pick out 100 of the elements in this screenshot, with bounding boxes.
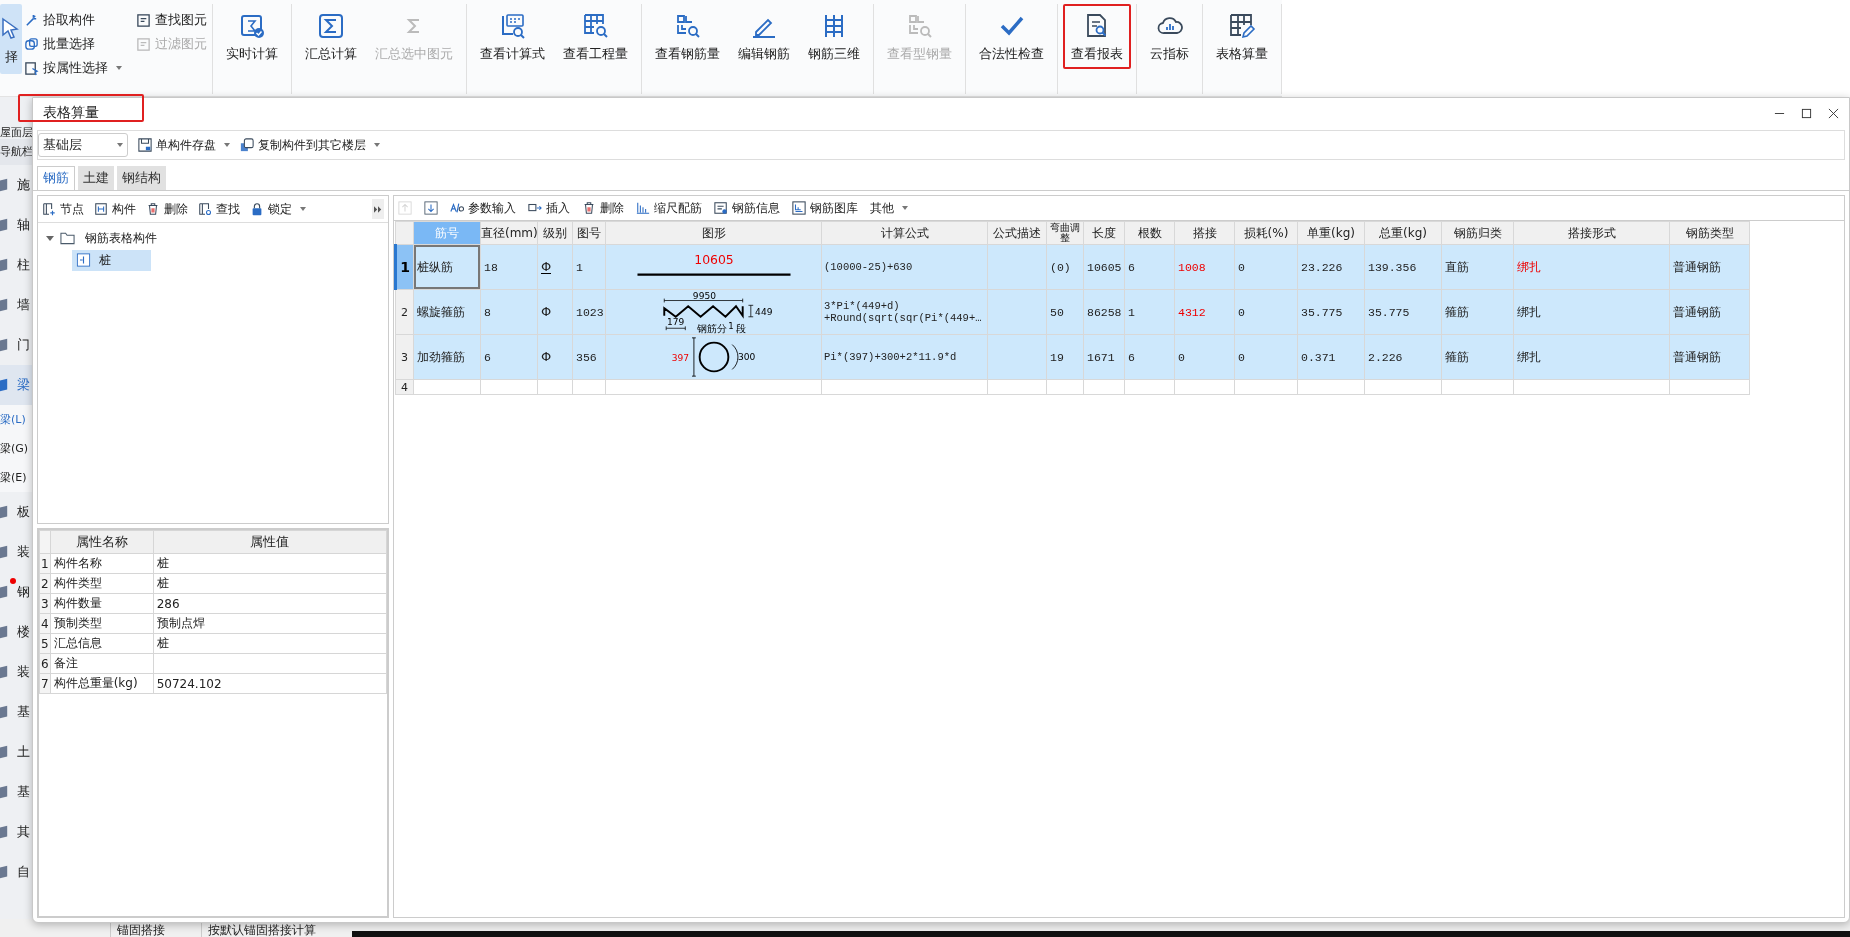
toolbar-button[interactable]: 插入 (528, 199, 570, 217)
nav-subitem[interactable]: 梁(E) (0, 463, 32, 492)
toolbar-button[interactable]: 参数输入 (450, 199, 516, 217)
nav-item[interactable]: 门 (0, 325, 32, 365)
nav-subitem[interactable]: 梁(L) (0, 405, 32, 434)
floor-tab[interactable]: 屋面层 (0, 97, 32, 139)
loss-cell[interactable]: 0 (1234, 334, 1298, 380)
ribbon-button[interactable]: 查看钢筋量 (647, 4, 728, 69)
property-value[interactable]: 桩 (153, 553, 387, 574)
nav-item[interactable]: 施 (0, 165, 32, 205)
toolbar-button[interactable]: 删除 (146, 200, 188, 218)
ribbon-button[interactable]: 拾取构件 (24, 8, 122, 32)
property-value[interactable]: 50724.102 (153, 673, 387, 694)
lap-form-cell[interactable]: 绑扎 (1513, 334, 1670, 380)
formula-cell[interactable]: (10000-25)+630 (821, 244, 988, 290)
lap-cell[interactable]: 4312 (1174, 289, 1235, 335)
tree-item[interactable]: 桩 (72, 249, 151, 271)
property-value[interactable]: 桩 (153, 633, 387, 654)
nav-item[interactable]: 土 (0, 732, 32, 772)
nav-item[interactable]: 墙 (0, 285, 32, 325)
nav-item[interactable]: 装 (0, 652, 32, 692)
toolbar-button[interactable]: 钢筋图库 (792, 199, 858, 217)
diameter-cell[interactable]: 8 (480, 289, 538, 335)
nav-item[interactable]: 装 (0, 532, 32, 572)
nav-item[interactable]: 楼 (0, 612, 32, 652)
formula-cell[interactable]: Pi*(397)+300+2*11.9*d (821, 334, 988, 380)
tree-item[interactable]: 钢筋表格构件 (81, 227, 161, 249)
tab[interactable]: 土建 (78, 166, 114, 190)
bar-number-cell[interactable]: 桩纵筋 (413, 244, 481, 290)
bend-adjust-cell[interactable]: 50 (1046, 289, 1084, 335)
nav-item[interactable]: 基 (0, 692, 32, 732)
toolbar-button[interactable]: 节点 (42, 200, 84, 218)
close-icon[interactable] (1828, 107, 1839, 119)
ribbon-button[interactable]: 汇总计算 (297, 4, 365, 69)
bar-number-cell[interactable]: 螺旋箍筋 (413, 289, 481, 335)
ribbon-button[interactable]: 合法性检查 (971, 4, 1052, 69)
expand-arrow-icon[interactable] (46, 235, 54, 241)
nav-subitem[interactable]: 梁(G) (0, 434, 32, 463)
toolbar-button[interactable]: 钢筋信息 (714, 199, 780, 217)
category-cell[interactable]: 直筋 (1441, 244, 1514, 290)
property-value[interactable]: 预制点焊 (153, 613, 387, 634)
maximize-icon[interactable] (1801, 107, 1812, 119)
tab[interactable]: 钢结构 (117, 166, 166, 190)
lap-cell[interactable]: 0 (1174, 334, 1235, 380)
total-weight-cell[interactable]: 139.356 (1364, 244, 1442, 290)
count-cell[interactable]: 6 (1124, 334, 1175, 380)
length-cell[interactable]: 1671 (1083, 334, 1125, 380)
count-cell[interactable]: 1 (1124, 289, 1175, 335)
diameter-cell[interactable]: 6 (480, 334, 538, 380)
ribbon-button[interactable]: 按属性选择 (24, 56, 122, 80)
ribbon-button[interactable]: 实时计算 (218, 4, 286, 69)
loss-cell[interactable]: 0 (1234, 289, 1298, 335)
bar-type-cell[interactable]: 普通钢筋 (1669, 244, 1750, 290)
nav-item[interactable]: 柱 (0, 245, 32, 285)
total-weight-cell[interactable]: 2.226 (1364, 334, 1442, 380)
ribbon-button[interactable]: 择 (0, 4, 22, 74)
unit-weight-cell[interactable]: 35.775 (1297, 289, 1365, 335)
toolbar-button[interactable]: 查找 (198, 200, 240, 218)
toolbar-button[interactable]: 单构件存盘 (138, 136, 230, 154)
ribbon-button[interactable]: 查找图元 (136, 8, 207, 32)
ribbon-button[interactable]: 钢筋三维 (800, 4, 868, 69)
unit-weight-cell[interactable]: 0.371 (1297, 334, 1365, 380)
ribbon-button[interactable]: 表格算量 (1208, 4, 1276, 69)
ribbon-button[interactable]: 查看计算式 (472, 4, 553, 69)
nav-item[interactable]: 基 (0, 772, 32, 812)
ribbon-button[interactable]: 查看工程量 (555, 4, 636, 69)
expand-toolbar-button[interactable] (372, 199, 384, 219)
ribbon-button[interactable]: 批量选择 (24, 32, 122, 56)
nav-item[interactable]: 板 (0, 492, 32, 532)
unit-weight-cell[interactable]: 23.226 (1297, 244, 1365, 290)
bend-adjust-cell[interactable]: (0) (1046, 244, 1084, 290)
bar-type-cell[interactable]: 普通钢筋 (1669, 334, 1750, 380)
toolbar-button[interactable]: 删除 (582, 199, 624, 217)
toolbar-button[interactable]: 其他 (870, 199, 908, 217)
move-down-button[interactable] (424, 201, 438, 215)
loss-cell[interactable]: 0 (1234, 244, 1298, 290)
toolbar-button[interactable]: 构件 (94, 200, 136, 218)
lap-cell[interactable]: 1008 (1174, 244, 1235, 290)
toolbar-button[interactable]: 复制构件到其它楼层 (240, 136, 380, 154)
nav-item[interactable]: 轴 (0, 205, 32, 245)
count-cell[interactable]: 6 (1124, 244, 1175, 290)
formula-cell[interactable]: 3*Pi*(449+d) +Round(sqrt(sqr(Pi*(449+… (821, 289, 988, 335)
nav-item[interactable]: 其 (0, 812, 32, 852)
tab[interactable]: 钢筋 (37, 166, 75, 190)
diameter-cell[interactable]: 18 (480, 244, 538, 290)
ribbon-button[interactable]: 编辑钢筋 (730, 4, 798, 69)
lap-form-cell[interactable]: 绑扎 (1513, 289, 1670, 335)
toolbar-button[interactable]: 锁定 (250, 200, 306, 218)
bar-type-cell[interactable]: 普通钢筋 (1669, 289, 1750, 335)
category-cell[interactable]: 箍筋 (1441, 334, 1514, 380)
nav-item[interactable]: 自 (0, 852, 32, 892)
floor-dropdown[interactable]: 基础层 (38, 133, 128, 157)
bar-number-cell[interactable]: 加劲箍筋 (413, 334, 481, 380)
length-cell[interactable]: 10605 (1083, 244, 1125, 290)
nav-item[interactable]: 钢 (0, 572, 32, 612)
toolbar-button[interactable]: 缩尺配筋 (636, 199, 702, 217)
ribbon-button[interactable]: 查看报表 (1063, 4, 1131, 69)
lap-form-cell[interactable]: 绑扎 (1513, 244, 1670, 290)
nav-item[interactable]: 梁 (0, 365, 32, 405)
ribbon-button[interactable]: 云指标 (1142, 4, 1197, 69)
